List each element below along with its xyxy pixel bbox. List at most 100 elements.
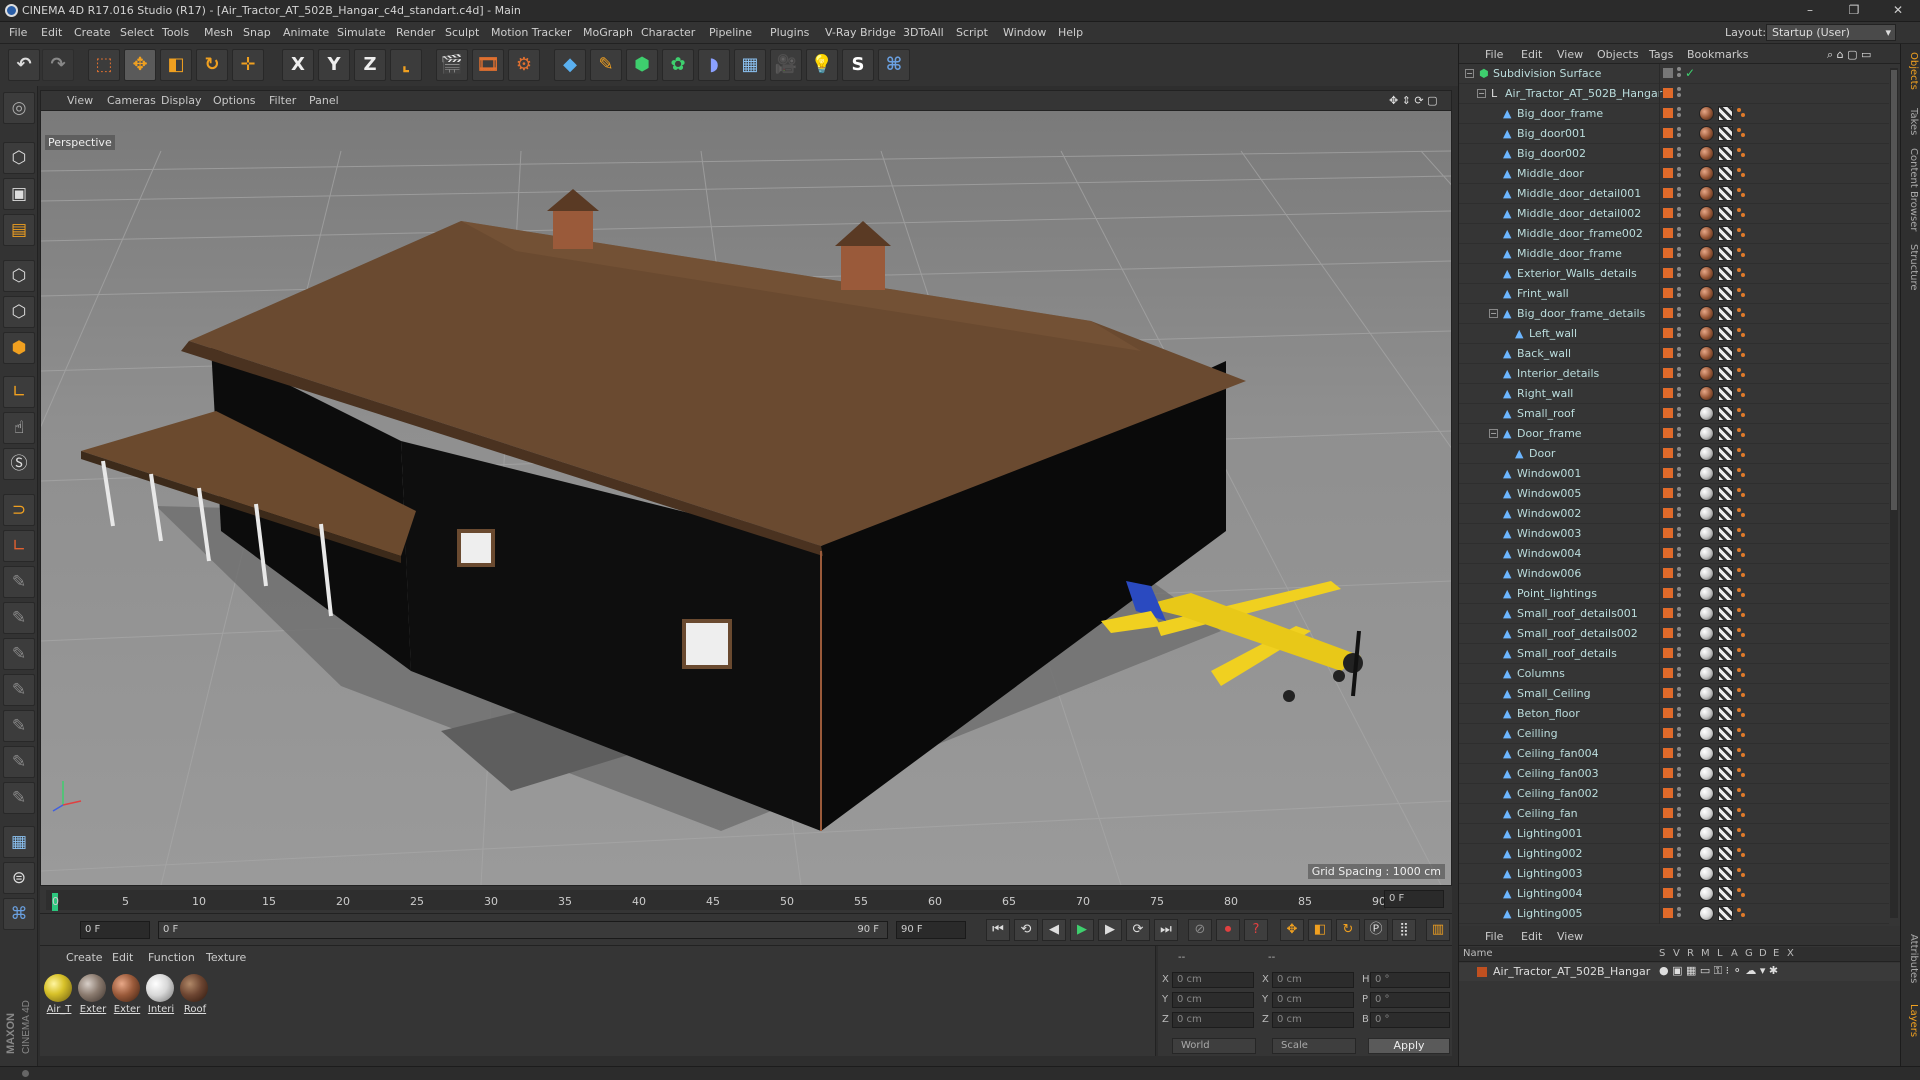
phong-tag-icon[interactable] [1718, 126, 1733, 141]
render-settings-button[interactable]: ⚙ [508, 49, 540, 81]
layer-color-icon[interactable] [1663, 748, 1673, 758]
polygons-mode-button[interactable]: ⬢ [3, 332, 35, 364]
object-row[interactable]: ▲ Frint_wall [1459, 284, 1889, 304]
uvw-tag-icon[interactable] [1737, 188, 1745, 197]
visibility-dots-icon[interactable] [1677, 627, 1681, 641]
visibility-dots-icon[interactable] [1677, 707, 1681, 721]
layer-color-icon[interactable] [1663, 728, 1673, 738]
phong-tag-icon[interactable] [1718, 806, 1733, 821]
material-tag-icon[interactable] [1699, 686, 1714, 701]
material-swatch[interactable]: Exter [78, 974, 108, 1015]
material-tag-icon[interactable] [1699, 866, 1714, 881]
floor-button[interactable]: ▦ [734, 49, 766, 81]
object-name[interactable]: Middle_door_detail001 [1517, 187, 1641, 200]
viewport-canvas[interactable]: Perspective Grid Spacing : 1000 cm [41, 111, 1451, 885]
material-tag-icon[interactable] [1699, 906, 1714, 921]
object-row[interactable]: ▲ Middle_door_frame002 [1459, 224, 1889, 244]
object-tree-scrollbar[interactable] [1890, 68, 1898, 918]
visibility-dots-icon[interactable] [1677, 827, 1681, 841]
axis-mode-button[interactable]: ∟ [3, 376, 35, 408]
material-tag-icon[interactable] [1699, 526, 1714, 541]
minimize-button[interactable]: – [1788, 0, 1832, 22]
object-name[interactable]: Small_roof [1517, 407, 1575, 420]
object-name[interactable]: Exterior_Walls_details [1517, 267, 1637, 280]
timeline-ruler[interactable]: 0 5 10 15 20 25 30 35 40 45 50 55 60 65 … [46, 890, 1386, 911]
start-frame-field[interactable]: 0 F [80, 921, 150, 939]
move-tool-button[interactable]: ✥ [124, 49, 156, 81]
object-row[interactable]: ▲ Big_door_frame [1459, 104, 1889, 124]
object-row[interactable]: ▲ Interior_details [1459, 364, 1889, 384]
key-scale-button[interactable]: ◧ [1308, 919, 1332, 941]
object-row[interactable]: ▲ Lighting004 [1459, 884, 1889, 904]
soft-selection-button[interactable]: ✎ [3, 566, 35, 598]
object-name[interactable]: Window002 [1517, 507, 1581, 520]
object-row[interactable]: ▲ Lighting003 [1459, 864, 1889, 884]
uvw-tag-icon[interactable] [1737, 348, 1745, 357]
material-tag-icon[interactable] [1699, 466, 1714, 481]
object-row[interactable]: ▲ Ceilling [1459, 724, 1889, 744]
visibility-dots-icon[interactable] [1677, 467, 1681, 481]
layer-color-icon[interactable] [1663, 608, 1673, 618]
phong-tag-icon[interactable] [1718, 466, 1733, 481]
visibility-dots-icon[interactable] [1677, 587, 1681, 601]
visibility-dots-icon[interactable] [1677, 847, 1681, 861]
material-tag-icon[interactable] [1699, 366, 1714, 381]
object-name[interactable]: Small_roof_details001 [1517, 607, 1638, 620]
layer-color-icon[interactable] [1663, 708, 1673, 718]
position-z-field[interactable]: 0 cm [1172, 1012, 1254, 1028]
object-name[interactable]: Ceilling [1517, 727, 1558, 740]
layer-color-icon[interactable] [1663, 328, 1673, 338]
object-name[interactable]: Window001 [1517, 467, 1581, 480]
next-frame-button[interactable]: ▶ [1098, 919, 1122, 941]
material-tag-icon[interactable] [1699, 106, 1714, 121]
fold-toggle-icon[interactable]: − [1465, 69, 1474, 78]
tab-structure[interactable]: Structure [1903, 244, 1919, 291]
size-z-field[interactable]: 0 cm [1272, 1012, 1354, 1028]
om-search-icon[interactable]: ⌕ ⌂ ▢ ▭ [1827, 48, 1871, 62]
layer-name[interactable]: Air_Tractor_AT_502B_Hangar [1493, 965, 1650, 978]
phong-tag-icon[interactable] [1718, 546, 1733, 561]
object-row[interactable]: ▲ Big_door001 [1459, 124, 1889, 144]
scrollbar-thumb[interactable] [1891, 70, 1897, 510]
menu-snap[interactable]: Snap [243, 26, 271, 39]
material-tag-icon[interactable] [1699, 146, 1714, 161]
object-name[interactable]: Middle_door_frame002 [1517, 227, 1643, 240]
phong-tag-icon[interactable] [1718, 106, 1733, 121]
material-tag-icon[interactable] [1699, 586, 1714, 601]
uvw-tag-icon[interactable] [1737, 368, 1745, 377]
visibility-dots-icon[interactable] [1677, 147, 1681, 161]
layer-color-icon[interactable] [1663, 248, 1673, 258]
uvw-tag-icon[interactable] [1737, 768, 1745, 777]
uvw-tag-icon[interactable] [1737, 708, 1745, 717]
object-row[interactable]: ▲ Window003 [1459, 524, 1889, 544]
visibility-dots-icon[interactable] [1677, 187, 1681, 201]
visibility-dots-icon[interactable] [1677, 267, 1681, 281]
phong-tag-icon[interactable] [1718, 526, 1733, 541]
object-name[interactable]: Lighting002 [1517, 847, 1582, 860]
keyframe-selection-button[interactable]: ? [1244, 919, 1268, 941]
phong-tag-icon[interactable] [1718, 206, 1733, 221]
visibility-dots-icon[interactable] [1677, 287, 1681, 301]
menu-3dtoall[interactable]: 3DToAll [903, 26, 944, 39]
uvw-tag-icon[interactable] [1737, 648, 1745, 657]
visibility-dots-icon[interactable] [1677, 427, 1681, 441]
material-tag-icon[interactable] [1699, 706, 1714, 721]
workplane-mode-button[interactable]: ▤ [3, 214, 35, 246]
material-tag-icon[interactable] [1699, 806, 1714, 821]
layer-color-icon[interactable] [1663, 568, 1673, 578]
visibility-dots-icon[interactable] [1677, 327, 1681, 341]
object-name[interactable]: Ceiling_fan002 [1517, 787, 1599, 800]
layer-color-icon[interactable] [1663, 848, 1673, 858]
layer-color-icon[interactable] [1663, 148, 1673, 158]
phong-tag-icon[interactable] [1718, 586, 1733, 601]
material-tag-icon[interactable] [1699, 606, 1714, 621]
material-tag-icon[interactable] [1699, 846, 1714, 861]
layer-color-icon[interactable] [1663, 528, 1673, 538]
previous-frame-button[interactable]: ◀ [1042, 919, 1066, 941]
object-row[interactable]: ▲ Exterior_Walls_details [1459, 264, 1889, 284]
material-tag-icon[interactable] [1699, 126, 1714, 141]
play-button[interactable]: ▶ [1070, 919, 1094, 941]
timeline-window-button[interactable]: ▥ [1426, 919, 1450, 941]
texture-mode-button[interactable]: ▣ [3, 178, 35, 210]
phong-tag-icon[interactable] [1718, 186, 1733, 201]
